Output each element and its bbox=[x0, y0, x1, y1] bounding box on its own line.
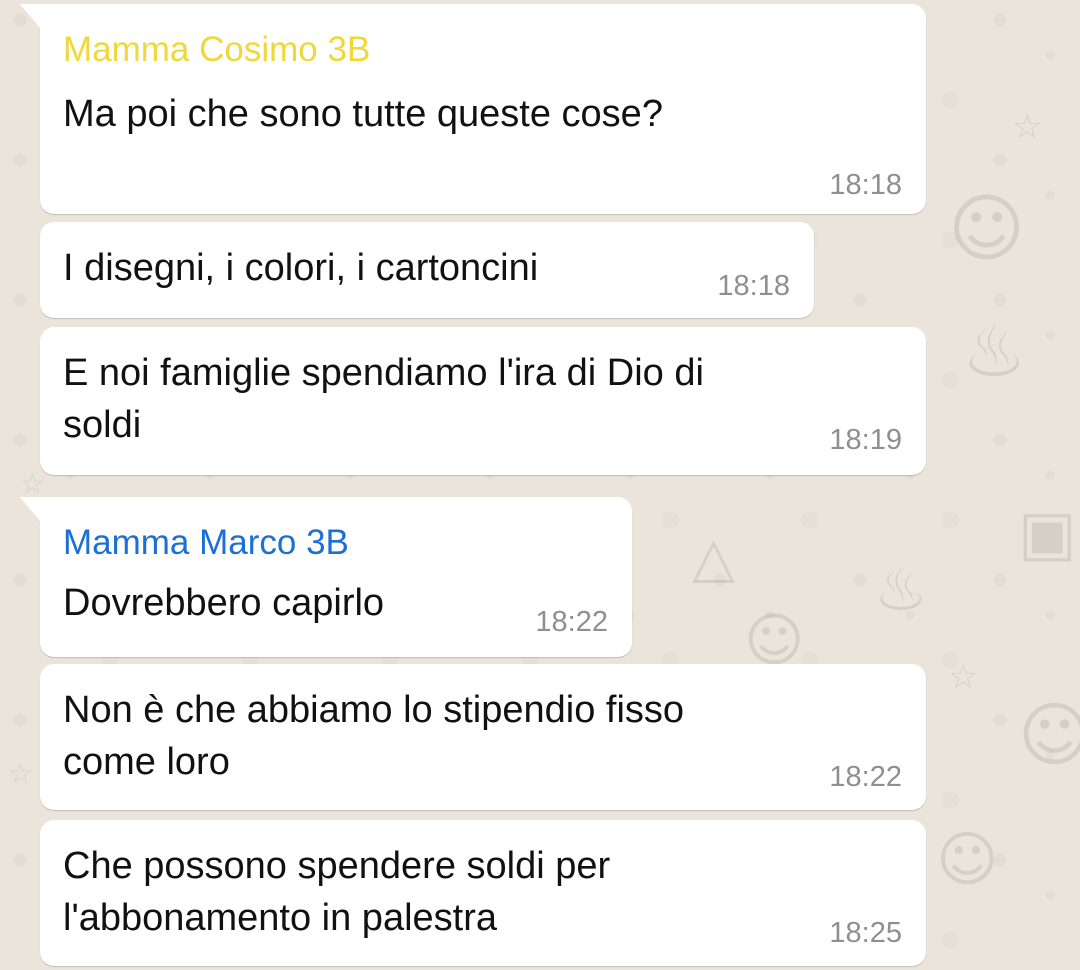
message-text: I disegni, i colori, i cartoncini bbox=[63, 247, 539, 289]
message-sender: Mamma Cosimo 3B bbox=[63, 30, 371, 69]
bubble-tail bbox=[20, 4, 40, 28]
message-bubble[interactable]: Mamma Cosimo 3B Ma poi che sono tutte qu… bbox=[20, 4, 926, 214]
message-text: Dovrebbero capirlo bbox=[63, 582, 385, 624]
message-time: 18:18 bbox=[717, 270, 790, 302]
message-text: Ma poi che sono tutte queste cose? bbox=[63, 93, 663, 135]
message-bubble[interactable]: Che possono spendere soldi per l'abbonam… bbox=[40, 820, 926, 966]
message-time: 18:18 bbox=[829, 169, 902, 201]
message-sender: Mamma Marco 3B bbox=[63, 523, 349, 562]
message-time: 18:22 bbox=[535, 606, 608, 638]
message-time: 18:19 bbox=[829, 424, 902, 456]
message-bubble[interactable]: E noi famiglie spendiamo l'ira di Dio di… bbox=[40, 327, 926, 475]
message-text: E noi famiglie spendiamo l'ira di Dio di… bbox=[63, 352, 704, 446]
message-bubble[interactable]: Mamma Marco 3B Dovrebbero capirlo 18:22 bbox=[20, 497, 632, 657]
message-time: 18:25 bbox=[829, 917, 902, 949]
bubble-tail bbox=[20, 497, 40, 521]
message-bubble[interactable]: I disegni, i colori, i cartoncini 18:18 bbox=[40, 222, 814, 318]
message-time: 18:22 bbox=[829, 761, 902, 793]
chat-thread: Mamma Cosimo 3B Ma poi che sono tutte qu… bbox=[0, 0, 1080, 970]
message-text: Che possono spendere soldi per l'abbonam… bbox=[63, 845, 611, 939]
message-bubble[interactable]: Non è che abbiamo lo stipendio fisso com… bbox=[40, 664, 926, 810]
message-text: Non è che abbiamo lo stipendio fisso com… bbox=[63, 689, 685, 783]
